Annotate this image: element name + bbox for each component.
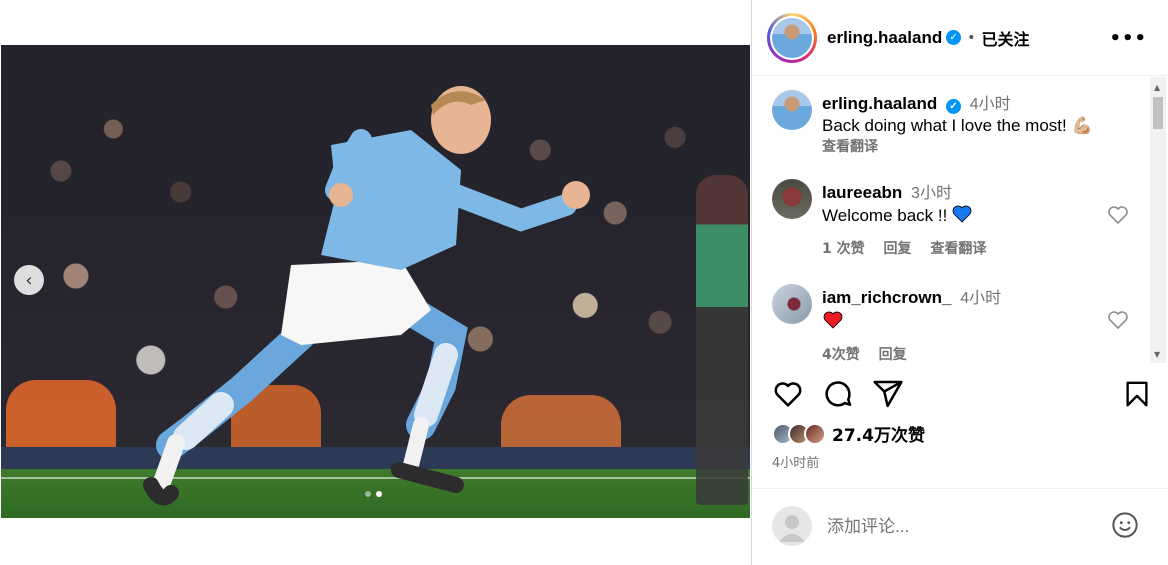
translate-button[interactable]: 查看翻译 (930, 241, 986, 257)
commenter-avatar[interactable] (772, 284, 812, 324)
scroll-thumb[interactable] (1153, 97, 1163, 129)
red-heart-icon (823, 311, 843, 329)
following-button[interactable]: 已关注 (982, 26, 1030, 50)
carousel-dot (365, 491, 371, 497)
previous-image-button[interactable]: ‹ (14, 265, 44, 295)
caption: erling.haaland ✓ 4小时 Back doing what I l… (772, 90, 1093, 156)
like-comment-icon[interactable] (1107, 310, 1129, 330)
comment-likes[interactable]: 4次赞 (822, 347, 860, 363)
verified-badge-icon: ✓ (946, 30, 962, 45)
scroll-down-icon[interactable]: ▼ (1154, 350, 1160, 359)
comment-input[interactable] (827, 515, 1097, 539)
send-icon[interactable] (872, 378, 904, 410)
ellipsis-icon[interactable]: ••• (1109, 28, 1147, 49)
post-actions (772, 378, 1152, 414)
reply-button[interactable]: 回复 (879, 347, 907, 363)
comment-icon[interactable] (822, 378, 854, 410)
carousel-indicator (365, 491, 382, 497)
commenter-username[interactable]: laureeabn (822, 183, 902, 202)
caption-time: 4小时 (969, 96, 1011, 113)
comments-list: erling.haaland ✓ 4小时 Back doing what I l… (752, 77, 1168, 363)
likes-count[interactable]: 27.4万次赞 (832, 421, 925, 446)
post-header: erling.haaland ✓ • 已关注 ••• (752, 0, 1168, 76)
comment-time: 3小时 (911, 185, 952, 202)
bookmark-icon[interactable] (1122, 378, 1152, 410)
user-avatar-placeholder (772, 506, 812, 546)
comment-item: laureeabn 3小时 Welcome back !! 1 次赞 回复 查看… (772, 179, 1000, 258)
emoji-icon[interactable] (1111, 511, 1139, 539)
commenter-username[interactable]: iam_richcrown_ (822, 288, 951, 307)
running-player (143, 86, 590, 506)
add-comment-bar (752, 488, 1168, 565)
liker-avatar (804, 422, 826, 445)
post-side-panel: erling.haaland ✓ • 已关注 ••• erling.haalan… (751, 0, 1168, 565)
author-username[interactable]: erling.haaland (827, 28, 942, 48)
post-media: ‹ (0, 0, 751, 565)
heart-icon[interactable] (772, 378, 804, 410)
caption-avatar[interactable] (772, 90, 812, 130)
comment-time: 4小时 (960, 290, 1002, 307)
caption-text: Back doing what I love the most! 💪🏼 (822, 116, 1093, 135)
likes-summary[interactable]: 27.4万次赞 (772, 421, 925, 446)
verified-badge-icon: ✓ (945, 99, 961, 114)
author-avatar[interactable] (767, 12, 817, 63)
like-comment-icon[interactable] (1107, 205, 1129, 225)
comment-text: Welcome back !! (822, 206, 948, 225)
comment-item: iam_richcrown_ 4小时 4次赞 回复 (772, 284, 1001, 363)
blue-heart-icon (952, 205, 972, 223)
scroll-up-icon[interactable]: ▲ (1154, 83, 1160, 92)
carousel-dot-active (376, 491, 382, 497)
caption-translate[interactable]: 查看翻译 (822, 136, 1093, 156)
post-photo[interactable] (1, 45, 750, 518)
comment-likes[interactable]: 1 次赞 (822, 241, 865, 257)
caption-username[interactable]: erling.haaland (822, 94, 937, 113)
reply-button[interactable]: 回复 (884, 241, 912, 257)
post-timestamp: 4小时前 (772, 456, 820, 471)
comments-scrollbar[interactable]: ▲ ▼ (1150, 77, 1166, 363)
commenter-avatar[interactable] (772, 179, 812, 219)
